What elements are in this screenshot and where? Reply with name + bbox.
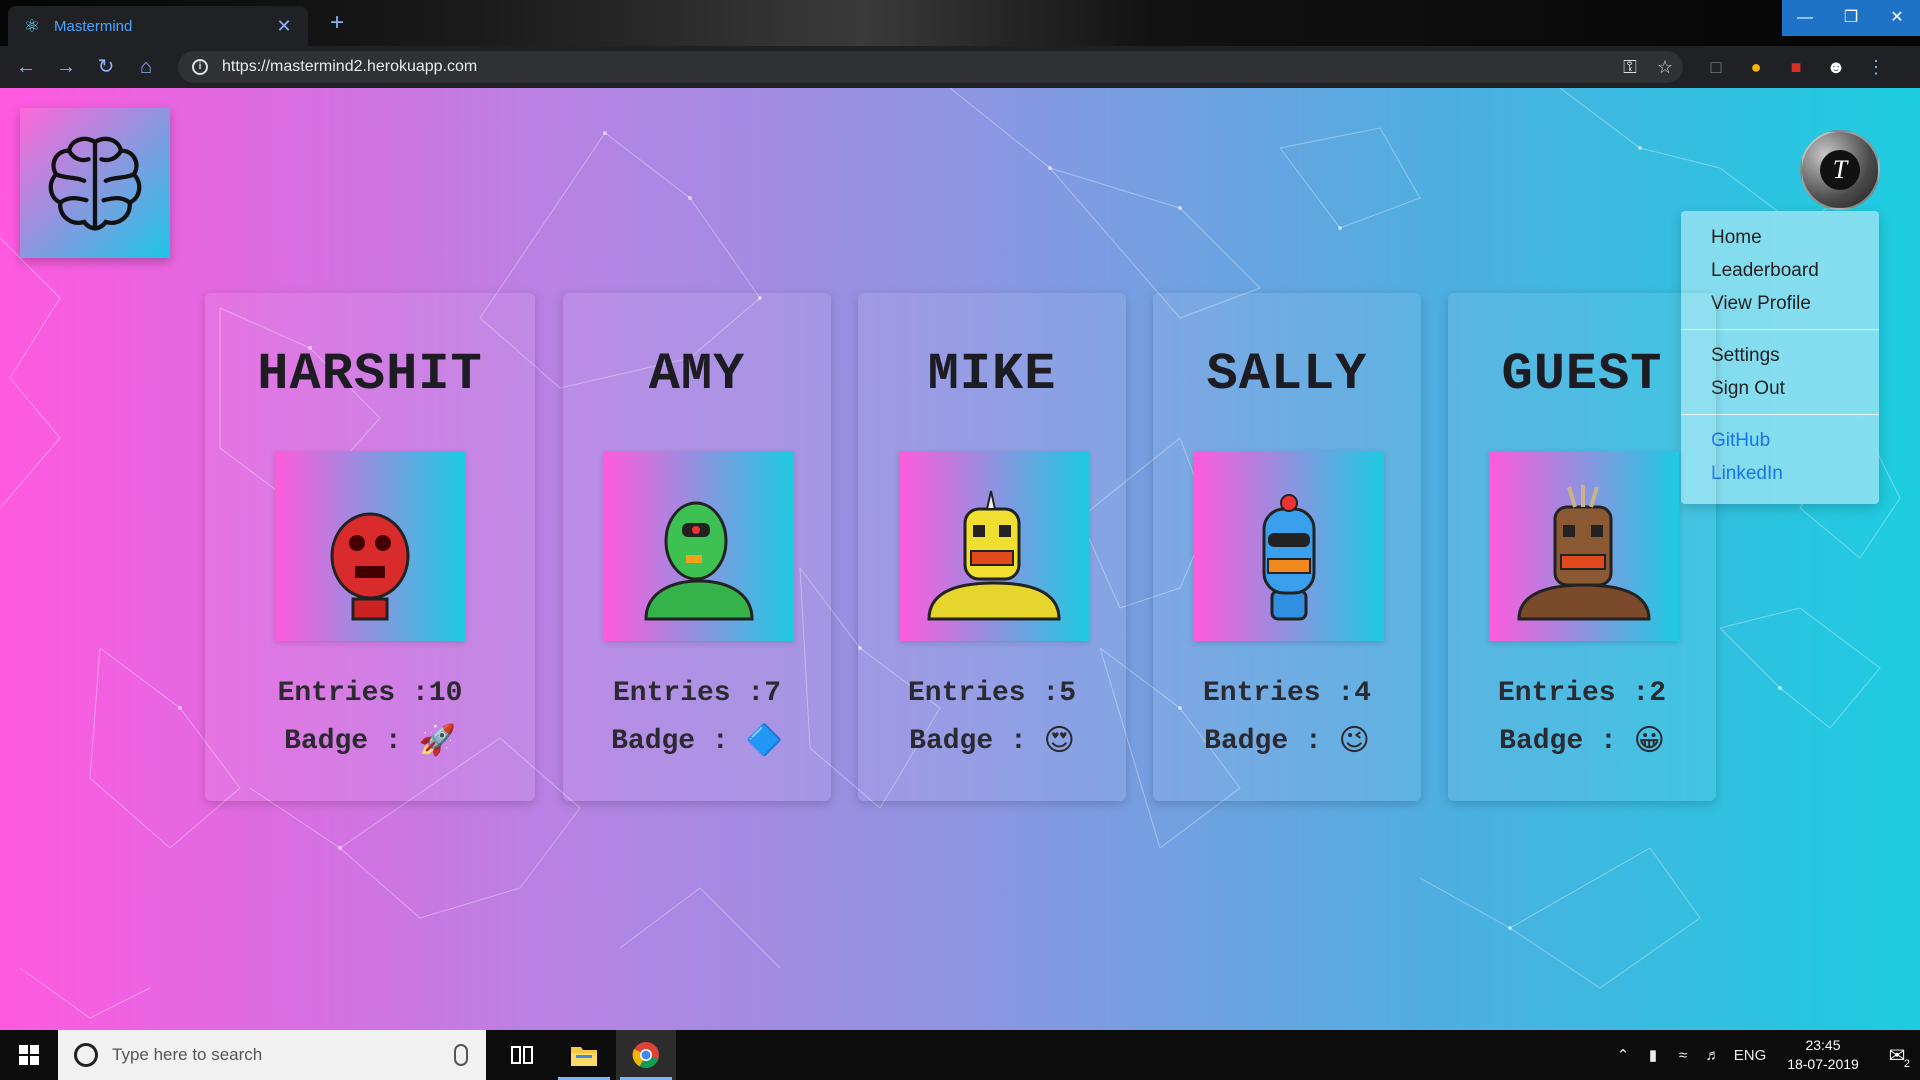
site-info-icon[interactable]: i xyxy=(192,59,208,75)
browser-toolbar: ← → ↻ ⌂ i https://mastermind2.herokuapp.… xyxy=(0,46,1920,88)
extensions-area: □ ● ■ ☻ ⋮ xyxy=(1696,46,1896,88)
robot-avatar xyxy=(275,451,465,641)
forward-icon[interactable]: → xyxy=(46,46,86,88)
show-hidden-icons-icon[interactable]: ⌃ xyxy=(1608,1046,1638,1064)
badge-label: Badge : xyxy=(284,725,402,757)
robot-icon xyxy=(1262,494,1316,621)
action-center-icon[interactable]: ✉ 2 xyxy=(1874,1043,1920,1070)
home-icon[interactable]: ⌂ xyxy=(126,46,166,88)
cortana-icon[interactable] xyxy=(74,1043,98,1067)
player-card[interactable]: AMY Entries :7 Badge : 🔷 xyxy=(563,293,831,801)
language-indicator[interactable]: ENG xyxy=(1728,1047,1772,1064)
rocket-badge-icon: 🚀 xyxy=(418,723,456,758)
diamond-badge-icon: 🔷 xyxy=(745,723,783,758)
badge-label: Badge : xyxy=(909,725,1027,757)
winking-face-badge-icon: 😉 xyxy=(1338,723,1370,758)
robot-avatar xyxy=(1489,451,1679,641)
player-badge: Badge : 🔷 xyxy=(563,723,831,758)
player-badge: Badge : 😉 xyxy=(1153,723,1421,758)
brain-logo[interactable] xyxy=(20,108,170,258)
tab-title: Mastermind xyxy=(54,17,133,35)
robot-avatar xyxy=(604,451,794,641)
key-icon[interactable]: ⚿ xyxy=(1623,57,1637,78)
lightbulb-icon[interactable]: ● xyxy=(1736,57,1776,78)
search-placeholder[interactable]: Type here to search xyxy=(112,1045,454,1065)
player-card[interactable]: SALLY Entries :4 Badge : 😉 xyxy=(1153,293,1421,801)
robot-icon xyxy=(927,490,1061,621)
badge-label: Badge : xyxy=(1499,725,1617,757)
robot-icon xyxy=(330,512,410,621)
player-card[interactable]: MIKE Entries :5 Badge : 😍 xyxy=(858,293,1126,801)
clock-date: 18-07-2019 xyxy=(1787,1056,1859,1072)
player-badge: Badge : 🚀 xyxy=(205,723,535,758)
player-entries: Entries :10 xyxy=(277,678,463,709)
robot-avatar xyxy=(1194,451,1384,641)
player-card[interactable]: GUEST Entries :2 Badge : 😀 xyxy=(1448,293,1716,801)
leaderboard-page: T Home Leaderboard View Profile Settings… xyxy=(0,88,1920,1030)
menu-home[interactable]: Home xyxy=(1681,221,1879,254)
windows-taskbar: Type here to search ⌃ ▮ ≈ ♬ ENG 23:45 18… xyxy=(0,1030,1920,1080)
player-name: SALLY xyxy=(1206,345,1368,404)
player-name: GUEST xyxy=(1501,345,1663,404)
reload-icon[interactable]: ↻ xyxy=(86,46,126,88)
menu-leaderboard[interactable]: Leaderboard xyxy=(1681,254,1879,287)
close-tab-icon[interactable]: ✕ xyxy=(274,16,294,37)
url-text[interactable]: https://mastermind2.herokuapp.com xyxy=(222,58,477,76)
player-entries: Entries :2 xyxy=(1497,678,1667,709)
wifi-icon[interactable]: ≈ xyxy=(1668,1047,1698,1064)
player-name: AMY xyxy=(648,345,746,404)
address-bar[interactable]: i https://mastermind2.herokuapp.com ⚿ ☆ xyxy=(178,51,1683,83)
notification-count: 2 xyxy=(1903,1057,1910,1070)
react-favicon-icon: ⚛ xyxy=(23,16,41,36)
grinning-face-badge-icon: 😀 xyxy=(1633,723,1665,758)
task-view-icon[interactable] xyxy=(492,1030,552,1080)
user-avatar[interactable]: T xyxy=(1800,130,1880,210)
windows-logo-icon xyxy=(19,1045,39,1065)
chrome-taskbar-icon[interactable] xyxy=(616,1030,676,1080)
browser-tab-strip: ⚛ Mastermind ✕ + — ❐ ✕ xyxy=(0,0,1920,46)
badge-label: Badge : xyxy=(611,725,729,757)
window-controls: — ❐ ✕ xyxy=(1782,0,1920,36)
robot-icon xyxy=(1517,485,1651,621)
player-name: HARSHIT xyxy=(257,345,483,404)
profile-icon[interactable]: ☻ xyxy=(1816,57,1856,78)
browser-tab[interactable]: ⚛ Mastermind ✕ xyxy=(8,6,308,46)
clock-time: 23:45 xyxy=(1805,1037,1841,1053)
player-entries: Entries :4 xyxy=(1202,678,1372,709)
brain-icon xyxy=(48,136,142,231)
microphone-icon[interactable] xyxy=(454,1044,468,1066)
battery-icon[interactable]: ▮ xyxy=(1638,1046,1668,1064)
system-tray: ⌃ ▮ ≈ ♬ ENG 23:45 18-07-2019 ✉ 2 xyxy=(1608,1030,1920,1080)
minimize-icon[interactable]: — xyxy=(1782,0,1828,36)
badge-label: Badge : xyxy=(1204,725,1322,757)
player-card[interactable]: HARSHIT Entries :10 Badge : 🚀 xyxy=(205,293,535,801)
player-entries: Entries :7 xyxy=(612,678,782,709)
file-explorer-icon[interactable] xyxy=(554,1030,614,1080)
robot-avatar xyxy=(899,451,1089,641)
chrome-menu-icon[interactable]: ⋮ xyxy=(1856,57,1896,78)
extension-icon[interactable]: □ xyxy=(1696,57,1736,78)
taskbar-search-box[interactable]: Type here to search xyxy=(58,1030,486,1080)
heart-eyes-badge-icon: 😍 xyxy=(1043,723,1075,758)
player-badge: Badge : 😀 xyxy=(1448,723,1716,758)
close-window-icon[interactable]: ✕ xyxy=(1874,0,1920,36)
bookmark-extension-icon[interactable]: ■ xyxy=(1776,57,1816,78)
avatar-initial: T xyxy=(1820,150,1860,190)
restore-icon[interactable]: ❐ xyxy=(1828,0,1874,36)
player-badge: Badge : 😍 xyxy=(858,723,1126,758)
robot-icon xyxy=(644,501,754,621)
player-name: MIKE xyxy=(927,345,1057,404)
bookmark-star-icon[interactable]: ☆ xyxy=(1657,57,1673,78)
start-button[interactable] xyxy=(0,1030,58,1080)
back-icon[interactable]: ← xyxy=(6,46,46,88)
clock[interactable]: 23:45 18-07-2019 xyxy=(1778,1036,1868,1074)
new-tab-button[interactable]: + xyxy=(322,8,352,38)
player-entries: Entries :5 xyxy=(907,678,1077,709)
volume-icon[interactable]: ♬ xyxy=(1698,1047,1728,1064)
